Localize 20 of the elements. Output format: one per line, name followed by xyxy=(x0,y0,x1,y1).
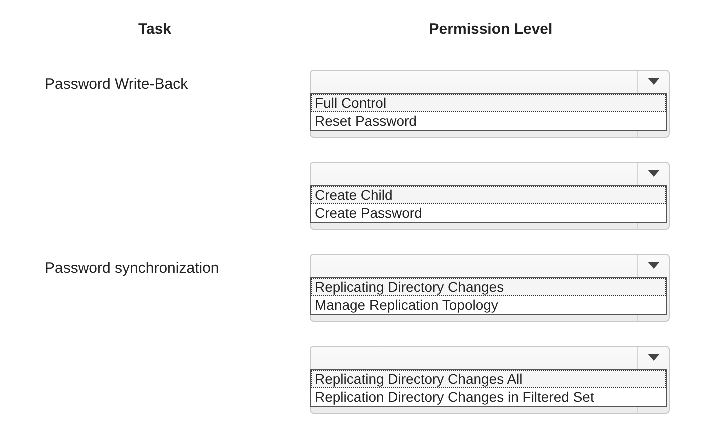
dropdown-arrow-icon xyxy=(648,354,660,361)
dropdown-option[interactable]: Reset Password xyxy=(311,112,666,130)
dropdown-arrow-icon xyxy=(648,170,660,177)
dropdown-option[interactable]: Create Child xyxy=(311,186,666,204)
dropdown-option[interactable]: Replicating Directory Changes All xyxy=(311,370,666,388)
dropdown-option[interactable]: Replication Directory Changes in Filtered Set xyxy=(311,388,666,406)
permission-dropdown[interactable]: Full Control Reset Password xyxy=(310,70,670,138)
dropdown-option[interactable]: Full Control xyxy=(311,94,666,112)
dropdown-option[interactable]: Replicating Directory Changes xyxy=(311,278,666,296)
dropdown-arrow-icon xyxy=(648,78,660,85)
permission-dropdown[interactable]: Replicating Directory Changes Manage Replication Topology xyxy=(310,254,670,322)
dropdown-arrow-icon xyxy=(648,262,660,269)
permission-dropdown[interactable]: Replicating Directory Changes All Replication Directory Changes in Filtered Set xyxy=(310,346,670,414)
dropdown-option[interactable]: Create Password xyxy=(311,204,666,222)
column-header: Permission Level xyxy=(429,21,553,38)
task-label: Password synchronization xyxy=(45,260,220,277)
column-header: Task xyxy=(138,21,172,38)
dropdown-option[interactable]: Manage Replication Topology xyxy=(311,296,666,314)
task-label: Password Write-Back xyxy=(45,76,188,93)
permission-dropdown[interactable]: Create Child Create Password xyxy=(310,162,670,230)
